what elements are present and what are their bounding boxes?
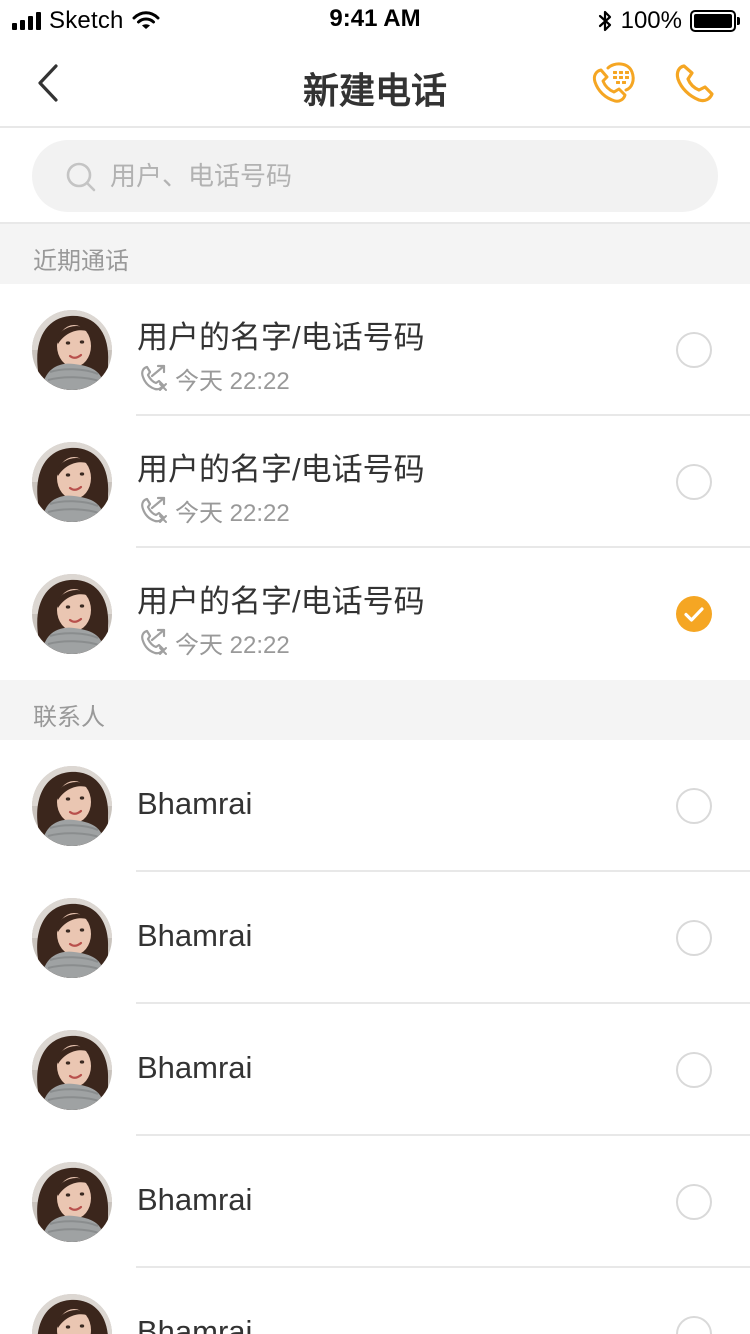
recent-call-title: 用户的名字/电话号码 <box>137 320 425 355</box>
recent-call-meta: 今天 22:22 <box>137 362 290 395</box>
section-header-label: 联系人 <box>33 704 105 731</box>
recent-call-time: 今天 22:22 <box>175 499 290 527</box>
contact-row[interactable]: Bhamrai <box>0 1004 750 1136</box>
contact-row[interactable]: Bhamrai <box>0 1136 750 1268</box>
recent-call-title: 用户的名字/电话号码 <box>137 584 425 619</box>
search-icon <box>66 162 96 192</box>
status-bar-right: 100% <box>597 6 740 36</box>
select-radio[interactable] <box>676 332 712 368</box>
contact-row[interactable]: Bhamrai <box>0 872 750 1004</box>
contact-row[interactable]: Bhamrai <box>0 740 750 872</box>
select-radio[interactable] <box>676 788 712 824</box>
search-section <box>0 128 750 224</box>
battery-icon <box>690 10 740 32</box>
recent-call-time: 今天 22:22 <box>175 631 290 659</box>
avatar <box>32 766 112 846</box>
avatar <box>32 1294 112 1334</box>
select-radio[interactable] <box>676 596 712 632</box>
recent-call-time: 今天 22:22 <box>175 367 290 395</box>
select-radio[interactable] <box>676 1052 712 1088</box>
recent-calls-header: 近期通话 <box>0 224 750 284</box>
avatar <box>32 898 112 978</box>
call-button[interactable] <box>672 60 718 106</box>
avatar <box>32 1030 112 1110</box>
search-box[interactable] <box>32 140 718 212</box>
recent-call-row[interactable]: 用户的名字/电话号码 今天 22:22 <box>0 548 750 680</box>
checkmark-icon <box>684 607 704 622</box>
select-radio[interactable] <box>676 1316 712 1334</box>
nav-bar: 新建电话 <box>0 40 750 128</box>
contact-name: Bhamrai <box>137 1182 253 1217</box>
avatar <box>32 574 112 654</box>
contact-name: Bhamrai <box>137 1050 253 1085</box>
avatar <box>32 1162 112 1242</box>
avatar <box>32 310 112 390</box>
select-radio[interactable] <box>676 1184 712 1220</box>
recent-call-row[interactable]: 用户的名字/电话号码 今天 22:22 <box>0 284 750 416</box>
recent-call-title: 用户的名字/电话号码 <box>137 452 425 487</box>
missed-call-icon <box>137 494 169 526</box>
status-bar: Sketch 9:41 AM 100% <box>0 0 750 40</box>
contact-name: Bhamrai <box>137 918 253 953</box>
recent-call-meta: 今天 22:22 <box>137 626 290 659</box>
contact-name: Bhamrai <box>137 1314 253 1334</box>
section-header-label: 近期通话 <box>33 248 129 275</box>
bluetooth-icon <box>598 10 611 32</box>
avatar <box>32 442 112 522</box>
contacts-header: 联系人 <box>0 680 750 740</box>
phone-icon <box>675 64 714 103</box>
select-radio[interactable] <box>676 464 712 500</box>
missed-call-icon <box>137 626 169 658</box>
contact-row[interactable]: Bhamrai <box>0 1268 750 1334</box>
recent-call-row[interactable]: 用户的名字/电话号码 今天 22:22 <box>0 416 750 548</box>
battery-percentage: 100% <box>620 7 682 34</box>
dialpad-phone-icon <box>592 62 635 103</box>
select-radio[interactable] <box>676 920 712 956</box>
contact-name: Bhamrai <box>137 786 253 821</box>
search-input[interactable] <box>110 140 690 212</box>
missed-call-icon <box>137 362 169 394</box>
dialpad-call-button[interactable] <box>588 58 638 108</box>
recent-call-meta: 今天 22:22 <box>137 494 290 527</box>
